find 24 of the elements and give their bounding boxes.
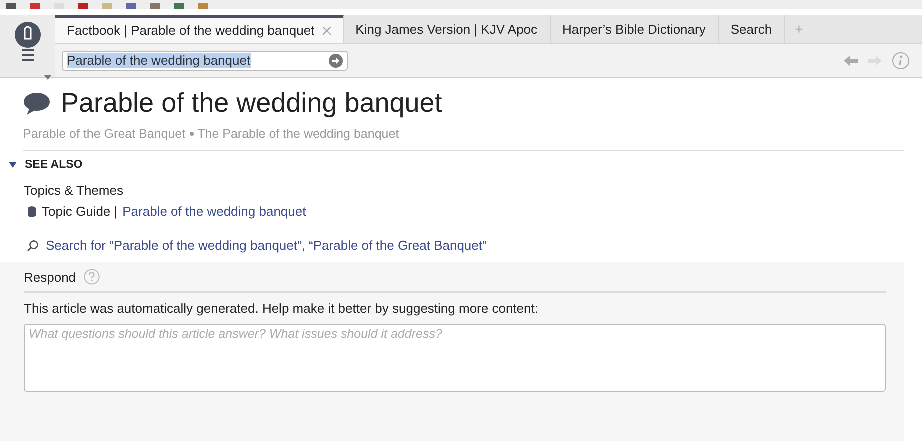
tab[interactable]: Harper’s Bible Dictionary bbox=[550, 15, 719, 43]
topic-link[interactable]: Parable of the wedding banquet bbox=[122, 204, 306, 219]
separator-dot bbox=[190, 132, 194, 136]
section-heading: SEE ALSO bbox=[25, 159, 83, 171]
tab[interactable]: Search bbox=[718, 15, 786, 43]
info-icon[interactable] bbox=[892, 52, 910, 70]
group-heading: Topics & Themes bbox=[24, 183, 124, 198]
speech-bubble-icon bbox=[24, 92, 50, 114]
suggestion-field[interactable]: What questions should this article answer? What issues should it address? bbox=[24, 324, 886, 392]
topic-label: Topic Guide | bbox=[42, 204, 118, 219]
tab[interactable]: Factbook | Parable of the wedding banquet bbox=[55, 15, 344, 43]
expand-triangle-icon[interactable] bbox=[9, 162, 17, 168]
address-field[interactable]: Parable of the wedding banquet bbox=[62, 50, 348, 70]
search-icon bbox=[27, 240, 39, 252]
article-title: Parable of the wedding banquet bbox=[61, 88, 442, 119]
search-link[interactable]: Search for “Parable of the wedding banquet”, “Parable of the Great Banquet” bbox=[46, 238, 487, 253]
help-icon[interactable] bbox=[84, 269, 100, 285]
respond-message: This article was automatically generated. Help make it better by suggesting more content: bbox=[24, 301, 540, 316]
caret-icon[interactable] bbox=[44, 75, 52, 80]
tab[interactable]: King James Version | KJV Apoc bbox=[344, 15, 551, 43]
back-arrow-icon[interactable] bbox=[844, 56, 858, 66]
respond-heading: Respond bbox=[24, 270, 76, 284]
topic-guide-icon bbox=[27, 206, 37, 218]
close-icon[interactable] bbox=[322, 26, 331, 34]
